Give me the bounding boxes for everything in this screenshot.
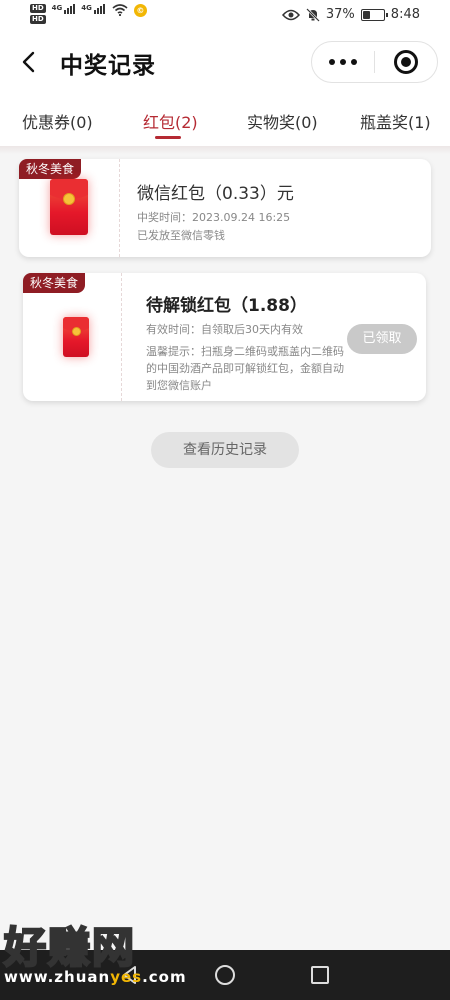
battery-icon bbox=[360, 8, 388, 21]
mute-bell-icon bbox=[306, 7, 320, 22]
network-type-1: 4G bbox=[51, 4, 63, 12]
wifi-icon bbox=[112, 4, 128, 16]
claimed-button[interactable]: 已领取 bbox=[347, 324, 417, 354]
record-card-2[interactable]: 秋冬美食 待解锁红包（1.88） 有效时间：自领取后30天内有效 温馨提示：扫瓶… bbox=[23, 273, 426, 401]
win-time: 中奖时间：2023.09.24 16:25 bbox=[137, 211, 291, 224]
tab-red-envelopes[interactable]: 红包(2) bbox=[143, 109, 198, 133]
red-envelope-icon bbox=[63, 317, 89, 357]
status-right: 37% 8:48 bbox=[281, 7, 420, 22]
watermark-url: www.zhuanyes.com bbox=[4, 968, 187, 986]
category-tag: 秋冬美食 bbox=[19, 159, 82, 179]
hd-badge-2: HD bbox=[30, 15, 46, 24]
watermark-url-highlight: yes bbox=[110, 968, 143, 986]
network-type-2: 4G bbox=[81, 4, 92, 12]
hd-indicators: HD HD bbox=[30, 4, 46, 24]
tip-text: 温馨提示：扫瓶身二维码或瓶盖内二维码的中国劲酒产品即可解锁红包，金额自动到您微信… bbox=[146, 345, 344, 392]
clock: 8:48 bbox=[390, 7, 420, 22]
view-history-button[interactable]: 查看历史记录 bbox=[151, 432, 299, 468]
signal-icon: 4G bbox=[52, 4, 76, 14]
eye-icon bbox=[281, 9, 300, 20]
tab-bottle-cap-prizes[interactable]: 瓶盖奖(1) bbox=[360, 109, 431, 133]
watermark-url-suffix: .com bbox=[142, 968, 187, 986]
card-divider bbox=[121, 273, 122, 401]
record-title: 待解锁红包（1.88） bbox=[146, 296, 307, 316]
more-dots-icon[interactable] bbox=[312, 42, 374, 82]
watermark-logo: 好赚网 bbox=[3, 922, 137, 974]
status-left: HD HD 4G 4G © bbox=[30, 4, 147, 24]
tabs-shadow bbox=[0, 146, 450, 154]
battery-percent: 37% bbox=[325, 7, 355, 22]
system-home-icon[interactable] bbox=[215, 965, 235, 985]
miniprogram-capsule bbox=[311, 41, 438, 83]
active-tab-indicator bbox=[155, 136, 181, 139]
close-target-icon[interactable] bbox=[375, 42, 437, 82]
delivery-status: 已发放至微信零钱 bbox=[137, 229, 225, 242]
red-envelope-icon bbox=[50, 179, 88, 235]
nav-bar: 中奖记录 bbox=[0, 30, 450, 96]
signal-icon-2: 4G bbox=[81, 4, 105, 14]
validity-text: 有效时间：自领取后30天内有效 bbox=[146, 323, 303, 336]
record-card-1[interactable]: 秋冬美食 微信红包（0.33）元 中奖时间：2023.09.24 16:25 已… bbox=[19, 159, 431, 257]
tab-physical-prizes[interactable]: 实物奖(0) bbox=[247, 109, 318, 133]
coin-icon: © bbox=[133, 4, 147, 17]
category-tag: 秋冬美食 bbox=[23, 273, 86, 293]
card-divider bbox=[119, 159, 120, 257]
tab-bar: 优惠券(0) 红包(2) 实物奖(0) 瓶盖奖(1) bbox=[0, 96, 450, 146]
page-title: 中奖记录 bbox=[60, 53, 156, 79]
hd-badge-1: HD bbox=[30, 4, 46, 13]
battery-fill bbox=[362, 10, 371, 19]
back-arrow-icon[interactable] bbox=[18, 50, 42, 74]
record-title: 微信红包（0.33）元 bbox=[137, 184, 294, 204]
watermark-url-prefix: www.zhuan bbox=[4, 968, 111, 986]
tab-coupons[interactable]: 优惠券(0) bbox=[22, 109, 93, 133]
status-bar: HD HD 4G 4G © 37% 8:48 bbox=[0, 0, 450, 30]
system-recent-apps-icon[interactable] bbox=[311, 966, 329, 984]
